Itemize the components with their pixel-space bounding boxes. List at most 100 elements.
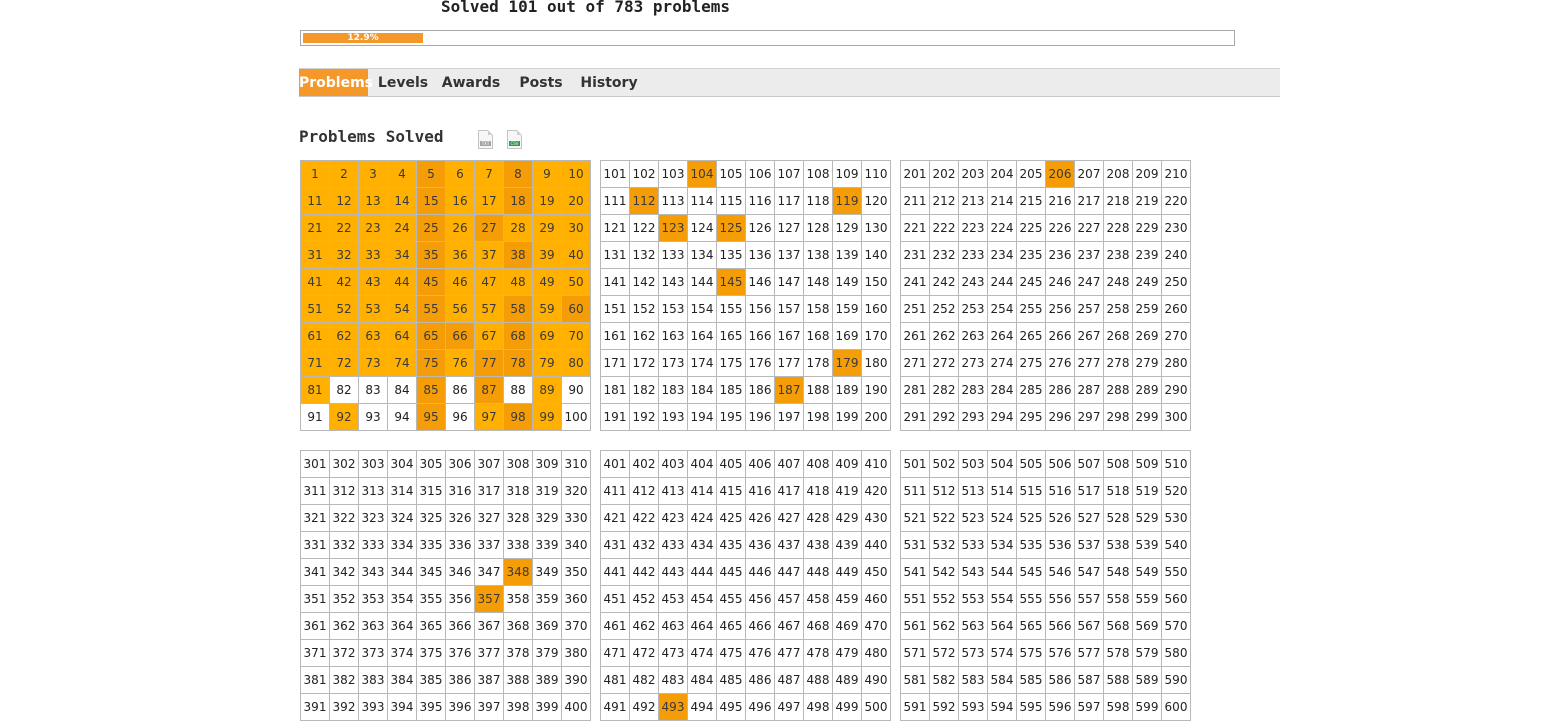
problem-cell-19[interactable]: 19: [532, 187, 562, 215]
problem-cell-425[interactable]: 425: [716, 504, 746, 532]
problem-cell-405[interactable]: 405: [716, 450, 746, 478]
problem-cell-449[interactable]: 449: [832, 558, 862, 586]
problem-cell-183[interactable]: 183: [658, 376, 688, 404]
problem-cell-6[interactable]: 6: [445, 160, 475, 188]
problem-cell-222[interactable]: 222: [929, 214, 959, 242]
problem-cell-471[interactable]: 471: [600, 639, 630, 667]
problem-cell-106[interactable]: 106: [745, 160, 775, 188]
problem-cell-397[interactable]: 397: [474, 693, 504, 721]
problem-cell-284[interactable]: 284: [987, 376, 1017, 404]
problem-cell-600[interactable]: 600: [1161, 693, 1191, 721]
problem-cell-413[interactable]: 413: [658, 477, 688, 505]
problem-cell-172[interactable]: 172: [629, 349, 659, 377]
problem-cell-36[interactable]: 36: [445, 241, 475, 269]
problem-cell-152[interactable]: 152: [629, 295, 659, 323]
problem-cell-22[interactable]: 22: [329, 214, 359, 242]
problem-cell-138[interactable]: 138: [803, 241, 833, 269]
problem-cell-139[interactable]: 139: [832, 241, 862, 269]
problem-cell-272[interactable]: 272: [929, 349, 959, 377]
problem-cell-583[interactable]: 583: [958, 666, 988, 694]
problem-cell-173[interactable]: 173: [658, 349, 688, 377]
problem-cell-543[interactable]: 543: [958, 558, 988, 586]
problem-cell-392[interactable]: 392: [329, 693, 359, 721]
problem-cell-68[interactable]: 68: [503, 322, 533, 350]
problem-cell-509[interactable]: 509: [1132, 450, 1162, 478]
problem-cell-506[interactable]: 506: [1045, 450, 1075, 478]
problem-cell-156[interactable]: 156: [745, 295, 775, 323]
problem-cell-60[interactable]: 60: [561, 295, 591, 323]
problem-cell-430[interactable]: 430: [861, 504, 891, 532]
problem-cell-112[interactable]: 112: [629, 187, 659, 215]
problem-cell-265[interactable]: 265: [1016, 322, 1046, 350]
problem-cell-178[interactable]: 178: [803, 349, 833, 377]
problem-cell-422[interactable]: 422: [629, 504, 659, 532]
problem-cell-353[interactable]: 353: [358, 585, 388, 613]
problem-cell-254[interactable]: 254: [987, 295, 1017, 323]
problem-cell-219[interactable]: 219: [1132, 187, 1162, 215]
problem-cell-252[interactable]: 252: [929, 295, 959, 323]
problem-cell-90[interactable]: 90: [561, 376, 591, 404]
problem-cell-395[interactable]: 395: [416, 693, 446, 721]
problem-cell-404[interactable]: 404: [687, 450, 717, 478]
problem-cell-205[interactable]: 205: [1016, 160, 1046, 188]
problem-cell-452[interactable]: 452: [629, 585, 659, 613]
problem-cell-402[interactable]: 402: [629, 450, 659, 478]
problem-cell-229[interactable]: 229: [1132, 214, 1162, 242]
problem-cell-344[interactable]: 344: [387, 558, 417, 586]
problem-cell-151[interactable]: 151: [600, 295, 630, 323]
problem-cell-485[interactable]: 485: [716, 666, 746, 694]
problem-cell-217[interactable]: 217: [1074, 187, 1104, 215]
problem-cell-271[interactable]: 271: [900, 349, 930, 377]
problem-cell-374[interactable]: 374: [387, 639, 417, 667]
problem-cell-298[interactable]: 298: [1103, 403, 1133, 431]
problem-cell-451[interactable]: 451: [600, 585, 630, 613]
problem-cell-538[interactable]: 538: [1103, 531, 1133, 559]
problem-cell-431[interactable]: 431: [600, 531, 630, 559]
problem-cell-414[interactable]: 414: [687, 477, 717, 505]
problem-cell-512[interactable]: 512: [929, 477, 959, 505]
problem-cell-572[interactable]: 572: [929, 639, 959, 667]
problem-cell-328[interactable]: 328: [503, 504, 533, 532]
problem-cell-63[interactable]: 63: [358, 322, 388, 350]
problem-cell-134[interactable]: 134: [687, 241, 717, 269]
problem-cell-446[interactable]: 446: [745, 558, 775, 586]
problem-cell-274[interactable]: 274: [987, 349, 1017, 377]
problem-cell-12[interactable]: 12: [329, 187, 359, 215]
problem-cell-235[interactable]: 235: [1016, 241, 1046, 269]
problem-cell-461[interactable]: 461: [600, 612, 630, 640]
problem-cell-399[interactable]: 399: [532, 693, 562, 721]
problem-cell-144[interactable]: 144: [687, 268, 717, 296]
problem-cell-121[interactable]: 121: [600, 214, 630, 242]
problem-cell-359[interactable]: 359: [532, 585, 562, 613]
problem-cell-218[interactable]: 218: [1103, 187, 1133, 215]
problem-cell-141[interactable]: 141: [600, 268, 630, 296]
problem-cell-515[interactable]: 515: [1016, 477, 1046, 505]
problem-cell-360[interactable]: 360: [561, 585, 591, 613]
problem-cell-532[interactable]: 532: [929, 531, 959, 559]
problem-cell-1[interactable]: 1: [300, 160, 330, 188]
problem-cell-256[interactable]: 256: [1045, 295, 1075, 323]
problem-cell-255[interactable]: 255: [1016, 295, 1046, 323]
problem-cell-457[interactable]: 457: [774, 585, 804, 613]
problem-cell-554[interactable]: 554: [987, 585, 1017, 613]
problem-cell-387[interactable]: 387: [474, 666, 504, 694]
problem-cell-28[interactable]: 28: [503, 214, 533, 242]
problem-cell-29[interactable]: 29: [532, 214, 562, 242]
problem-cell-366[interactable]: 366: [445, 612, 475, 640]
problem-cell-230[interactable]: 230: [1161, 214, 1191, 242]
problem-cell-494[interactable]: 494: [687, 693, 717, 721]
problem-cell-78[interactable]: 78: [503, 349, 533, 377]
problem-cell-119[interactable]: 119: [832, 187, 862, 215]
problem-cell-110[interactable]: 110: [861, 160, 891, 188]
problem-cell-213[interactable]: 213: [958, 187, 988, 215]
problem-cell-473[interactable]: 473: [658, 639, 688, 667]
problem-cell-268[interactable]: 268: [1103, 322, 1133, 350]
problem-cell-475[interactable]: 475: [716, 639, 746, 667]
problem-cell-307[interactable]: 307: [474, 450, 504, 478]
problem-cell-281[interactable]: 281: [900, 376, 930, 404]
problem-cell-79[interactable]: 79: [532, 349, 562, 377]
problem-cell-270[interactable]: 270: [1161, 322, 1191, 350]
problem-cell-221[interactable]: 221: [900, 214, 930, 242]
problem-cell-363[interactable]: 363: [358, 612, 388, 640]
problem-cell-321[interactable]: 321: [300, 504, 330, 532]
